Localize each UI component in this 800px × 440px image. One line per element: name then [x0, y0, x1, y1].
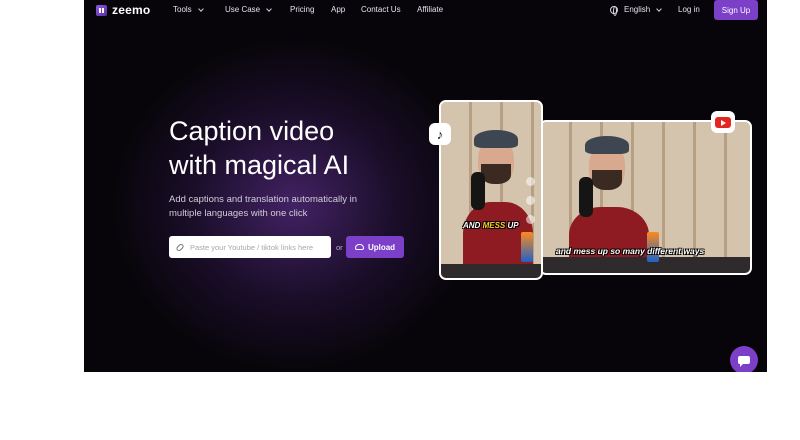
chevron-down-icon: [656, 5, 663, 12]
nav-item-app[interactable]: App: [331, 5, 345, 14]
nav-item-label: Use Case: [225, 5, 261, 14]
hero-subtitle: Add captions and translation automatical…: [169, 194, 358, 219]
tiktok-video-preview: AND MESS UP: [439, 100, 543, 280]
globe-icon: [610, 5, 618, 16]
chat-bubble-icon: [738, 356, 750, 367]
tiktok-icon: ♪: [429, 123, 451, 145]
youtube-video-preview: and mess up so many different ways: [539, 120, 752, 275]
link-input-box[interactable]: [169, 236, 331, 258]
hero-title-line: Caption video: [169, 116, 335, 146]
upload-cloud-icon: [354, 244, 364, 250]
chevron-down-icon: [197, 5, 204, 12]
chevron-down-icon: [266, 5, 272, 12]
logo-icon: [96, 4, 107, 16]
signup-button[interactable]: Sign Up: [714, 0, 758, 20]
nav-item-label: Pricing: [290, 5, 315, 14]
chat-support-button[interactable]: [730, 346, 758, 372]
social-action-bar: [526, 177, 535, 224]
video-link-input[interactable]: [190, 242, 325, 252]
language-label: English: [624, 5, 651, 14]
video-caption: AND MESS UP: [463, 221, 519, 230]
language-selector[interactable]: English: [610, 5, 663, 16]
upload-button[interactable]: Upload: [346, 236, 404, 258]
top-nav: zeemo Tools Use Case Pricing App Contact…: [84, 0, 767, 21]
nav-item-label: Affiliate: [417, 5, 444, 14]
page-frame: zeemo Tools Use Case Pricing App Contact…: [84, 0, 767, 372]
nav-item-label: Tools: [173, 5, 192, 14]
login-link[interactable]: Log in: [678, 5, 700, 14]
youtube-icon: [711, 111, 735, 133]
nav-item-use-case[interactable]: Use Case: [225, 5, 272, 14]
nav-item-label: Contact Us: [361, 5, 401, 14]
nav-item-affiliate[interactable]: Affiliate: [417, 5, 443, 14]
nav-item-tools[interactable]: Tools: [173, 5, 204, 14]
hero-title: Caption video with magical AI: [169, 114, 409, 182]
nav-item-contact-us[interactable]: Contact Us: [361, 5, 401, 14]
brand-logo[interactable]: zeemo: [96, 3, 150, 17]
login-label: Log in: [678, 5, 700, 14]
or-separator: or: [336, 243, 343, 252]
video-caption: and mess up so many different ways: [556, 246, 705, 256]
link-icon: [175, 242, 185, 252]
nav-item-pricing[interactable]: Pricing: [290, 5, 314, 14]
upload-label: Upload: [367, 242, 396, 252]
nav-item-label: App: [331, 5, 346, 14]
brand-name: zeemo: [112, 3, 151, 17]
hero-title-line: with magical AI: [169, 150, 350, 180]
